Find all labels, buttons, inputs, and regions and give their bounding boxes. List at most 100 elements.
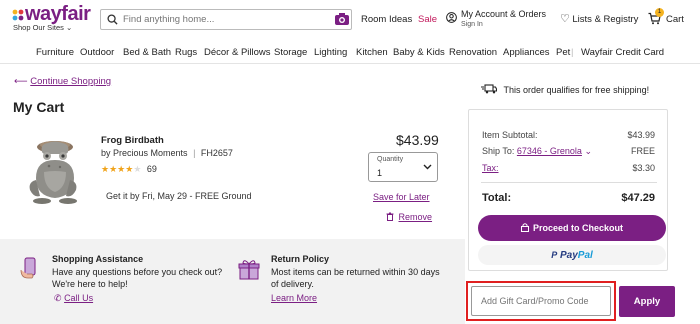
search-input[interactable] <box>123 10 323 29</box>
nav-divider-line <box>0 63 700 64</box>
star-icon: ★ <box>109 164 118 174</box>
trash-icon <box>386 212 394 221</box>
checkout-label: Proceed to Checkout <box>532 223 624 233</box>
learn-more-link[interactable]: Learn More <box>271 293 317 303</box>
ship-to-zip-link[interactable]: 67346 - Grenola <box>517 146 582 156</box>
rating-count: 69 <box>146 164 157 174</box>
free-shipping-label: This order qualifies for free shipping! <box>503 85 650 95</box>
nav-baby-kids[interactable]: Baby & Kids <box>393 47 445 58</box>
summary-divider <box>481 182 657 183</box>
lists-registry-link[interactable]: ♡ Lists & Registry <box>560 12 638 25</box>
nav-outdoor[interactable]: Outdoor <box>80 47 114 58</box>
continue-shopping-link[interactable]: ⟵ Continue Shopping <box>14 76 111 87</box>
nav-bed-bath[interactable]: Bed & Bath <box>123 47 171 58</box>
tax-row: Tax: $3.30 <box>482 163 655 173</box>
tax-link[interactable]: Tax: <box>482 163 499 173</box>
product-image[interactable] <box>18 130 88 210</box>
paypal-button[interactable]: P PayPal <box>478 245 666 265</box>
nav-divider: | <box>571 47 574 58</box>
nav-lighting[interactable]: Lighting <box>314 47 347 58</box>
tax-value: $3.30 <box>632 163 655 173</box>
lists-label: Lists & Registry <box>572 14 639 25</box>
apply-promo-button[interactable]: Apply <box>619 286 675 317</box>
nav-appliances[interactable]: Appliances <box>503 47 549 58</box>
logo-text: wayfair <box>25 3 91 25</box>
proceed-to-checkout-button[interactable]: Proceed to Checkout <box>478 215 666 241</box>
nav-renovation[interactable]: Renovation <box>449 47 497 58</box>
shipping-cost: FREE <box>630 146 655 156</box>
heart-icon: ♡ <box>560 13 570 25</box>
subtotal-value: $43.99 <box>627 130 655 140</box>
chevron-down-icon <box>423 164 432 170</box>
nav-rugs[interactable]: Rugs <box>175 47 197 58</box>
continue-shopping-label: Continue Shopping <box>30 76 112 87</box>
nav-pet[interactable]: Pet <box>556 47 570 58</box>
remove-label: Remove <box>398 212 433 222</box>
save-for-later-link[interactable]: Save for Later <box>373 192 430 202</box>
product-name[interactable]: Frog Birdbath <box>101 135 164 146</box>
shopping-assistance-text-2: We're here to help! <box>52 279 128 289</box>
item-price: $43.99 <box>396 132 439 148</box>
rating-stars[interactable]: ★★★★★ 69 <box>101 164 157 175</box>
subtotal-row: Item Subtotal: $43.99 <box>482 130 655 140</box>
camera-icon <box>335 13 349 25</box>
shopping-assistance-text: Have any questions before you check out? <box>52 267 223 277</box>
remove-link[interactable]: Remove <box>386 212 432 222</box>
return-policy-title: Return Policy <box>271 254 330 264</box>
paypal-pal: Pal <box>577 250 593 261</box>
page-title: My Cart <box>13 99 65 115</box>
star-icon: ★ <box>101 164 110 174</box>
cart-count-badge: 1 <box>655 8 664 17</box>
nav-storage[interactable]: Storage <box>274 47 307 58</box>
category-nav: Furniture Outdoor Bed & Bath Rugs Décor … <box>0 43 700 63</box>
nav-furniture[interactable]: Furniture <box>36 47 74 58</box>
sale-link[interactable]: Sale <box>418 14 437 25</box>
search-icon <box>107 14 118 25</box>
return-policy-text-2: of delivery. <box>271 279 314 289</box>
chevron-down-icon: ⌄ <box>65 23 73 32</box>
total-value: $47.29 <box>621 192 655 204</box>
call-us-label: Call Us <box>64 293 94 303</box>
room-ideas-link[interactable]: Room Ideas <box>361 14 412 25</box>
phone-hand-icon <box>20 257 36 279</box>
promo-code-highlight <box>466 281 616 321</box>
quantity-label: Quantity <box>377 156 404 163</box>
subtotal-label: Item Subtotal: <box>482 130 538 140</box>
assistance-bar: Shopping Assistance Have any questions b… <box>0 239 465 324</box>
cart-label: Cart <box>666 14 684 25</box>
quantity-value: 1 <box>377 168 383 178</box>
truck-icon <box>481 84 498 94</box>
cart-link[interactable]: 1 Cart <box>648 8 688 28</box>
product-meta: by Precious Moments | FH2657 <box>101 148 233 158</box>
ship-to-row: Ship To: 67346 - Grenola ⌄ FREE <box>482 146 655 157</box>
ship-to-label: Ship To: <box>482 146 515 156</box>
total-row: Total: $47.29 <box>482 192 655 204</box>
nav-decor-pillows[interactable]: Décor & Pillows <box>204 47 271 58</box>
product-brand[interactable]: by Precious Moments <box>101 148 188 158</box>
sign-in-label: Sign In <box>461 21 483 28</box>
gift-box-icon <box>238 260 260 280</box>
free-shipping-notice: This order qualifies for free shipping! <box>481 84 649 95</box>
user-icon <box>446 12 457 23</box>
logo-mark-icon <box>12 4 24 21</box>
return-policy-text: Most items can be returned within 30 day… <box>271 267 440 277</box>
nav-kitchen[interactable]: Kitchen <box>356 47 388 58</box>
paypal-logo-icon: P <box>551 250 558 260</box>
search-bar[interactable] <box>100 9 352 30</box>
quantity-select[interactable]: Quantity 1 <box>368 152 438 182</box>
shop-our-sites-dropdown[interactable]: Shop Our Sites ⌄ <box>13 23 72 32</box>
product-sku: FH2657 <box>200 148 233 158</box>
total-label: Total: <box>482 192 512 204</box>
chevron-down-icon: ⌄ <box>584 146 592 156</box>
delivery-estimate: Get it by Fri, May 29 - FREE Ground <box>106 191 252 201</box>
shopping-assistance-title: Shopping Assistance <box>52 254 144 264</box>
meta-separator: | <box>193 148 196 158</box>
star-half-icon: ★ <box>133 164 142 174</box>
arrow-left-icon: ⟵ <box>14 76 28 87</box>
lock-icon <box>520 223 529 232</box>
phone-icon: ✆ <box>54 293 62 303</box>
camera-search-button[interactable] <box>333 10 351 28</box>
nav-credit-card[interactable]: Wayfair Credit Card <box>581 47 664 58</box>
promo-code-input[interactable] <box>471 286 611 316</box>
call-us-link[interactable]: ✆ Call Us <box>54 293 93 304</box>
